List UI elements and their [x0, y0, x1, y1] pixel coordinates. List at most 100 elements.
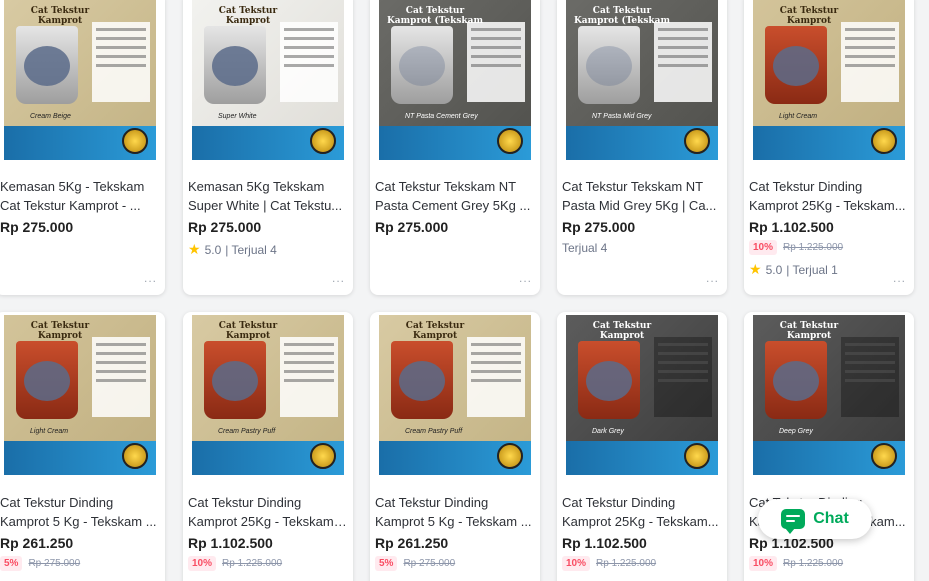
- info-box-graphic: [654, 337, 712, 417]
- original-price: Rp 275.000: [403, 558, 456, 569]
- info-box-graphic: [841, 22, 899, 102]
- sold-count: | Terjual 4: [225, 242, 277, 257]
- original-price: Rp 1.225.000: [596, 558, 657, 569]
- product-image[interactable]: Cat Tekstur Kamprot Super White: [192, 0, 344, 160]
- product-price: Rp 275.000: [0, 219, 74, 235]
- original-price: Rp 275.000: [28, 558, 81, 569]
- rating-row: ★ 5.0 | Terjual 4: [188, 241, 347, 258]
- more-options-icon[interactable]: ...: [519, 271, 532, 285]
- rating-row: ★ 5.0 | Terjual 1: [749, 261, 908, 278]
- product-info: Cat Tekstur Tekskam NT Pasta Cement Grey…: [375, 177, 534, 235]
- product-card[interactable]: Cat Tekstur Kamprot Light Cream Cat Teks…: [0, 312, 165, 581]
- best-seller-seal-icon: [122, 443, 148, 469]
- product-card[interactable]: Cat Tekstur Kamprot (Tekskam Pasta) NT P…: [370, 0, 540, 295]
- discount-badge: 10%: [188, 556, 217, 571]
- sold-count: Terjual 4: [562, 241, 608, 255]
- product-image[interactable]: Cat Tekstur Kamprot Cream Beige: [4, 0, 156, 160]
- original-price: Rp 1.225.000: [783, 558, 844, 569]
- best-seller-seal-icon: [122, 128, 148, 154]
- paint-bucket-graphic: [204, 26, 266, 104]
- product-image[interactable]: Cat Tekstur Kamprot Cream Pastry Puff: [192, 315, 344, 475]
- image-variant: Cream Pastry Puff: [218, 428, 276, 435]
- product-card[interactable]: Cat Tekstur Kamprot (Tekskam Pasta) NT P…: [557, 0, 727, 295]
- discount-row: 10% Rp 1.225.000: [188, 556, 347, 571]
- info-box-graphic: [92, 337, 150, 417]
- info-box-graphic: [92, 22, 150, 102]
- product-card[interactable]: Cat Tekstur Kamprot Light Cream Cat Teks…: [744, 0, 914, 295]
- discount-badge: 5%: [0, 556, 23, 571]
- product-card[interactable]: Cat Tekstur Kamprot Cream Pastry Puff Ca…: [183, 312, 353, 581]
- original-price: Rp 1.225.000: [222, 558, 283, 569]
- product-price: Rp 1.102.500: [562, 535, 647, 551]
- product-title[interactable]: Cat Tekstur Dinding Kamprot 25Kg - Teksk…: [562, 493, 721, 531]
- discount-row: 10% Rp 1.225.000: [749, 240, 908, 255]
- info-box-graphic: [467, 22, 525, 102]
- more-options-icon[interactable]: ...: [144, 271, 157, 285]
- discount-badge: 10%: [749, 240, 778, 255]
- paint-bucket-graphic: [765, 341, 827, 419]
- product-info: Cat Tekstur Dinding Kamprot 5 Kg - Teksk…: [375, 493, 534, 571]
- paint-bucket-graphic: [391, 26, 453, 104]
- product-image[interactable]: Cat Tekstur Kamprot Light Cream: [753, 0, 905, 160]
- product-title[interactable]: Cat Tekstur Dinding Kamprot 25Kg - Teksk…: [749, 177, 908, 215]
- product-image[interactable]: Cat Tekstur Kamprot Deep Grey: [753, 315, 905, 475]
- product-image[interactable]: Cat Tekstur Kamprot Light Cream: [4, 315, 156, 475]
- image-variant: Cream Pastry Puff: [405, 428, 463, 435]
- image-variant: Light Cream: [30, 428, 69, 435]
- info-box-graphic: [280, 22, 338, 102]
- product-card[interactable]: Cat Tekstur Kamprot Dark Grey Cat Tekstu…: [557, 312, 727, 581]
- product-title[interactable]: Cat Tekstur Tekskam NT Pasta Mid Grey 5K…: [562, 177, 721, 215]
- product-card[interactable]: Cat Tekstur Kamprot Cream Pastry Puff Ca…: [370, 312, 540, 581]
- product-info: Cat Tekstur Dinding Kamprot 25Kg - Teksk…: [749, 177, 908, 278]
- product-title[interactable]: Cat Tekstur Dinding Kamprot 25Kg - Teksk…: [188, 493, 347, 531]
- best-seller-seal-icon: [871, 443, 897, 469]
- image-variant: NT Pasta Mid Grey: [592, 113, 652, 120]
- product-info: Cat Tekstur Dinding Kamprot 5 Kg - Teksk…: [0, 493, 159, 571]
- best-seller-seal-icon: [310, 128, 336, 154]
- product-info: Kemasan 5Kg Tekskam Super White | Cat Te…: [188, 177, 347, 258]
- product-image[interactable]: Cat Tekstur Kamprot Cream Pastry Puff: [379, 315, 531, 475]
- product-price: Rp 275.000: [562, 219, 636, 235]
- best-seller-seal-icon: [497, 128, 523, 154]
- best-seller-seal-icon: [497, 443, 523, 469]
- product-image[interactable]: Cat Tekstur Kamprot Dark Grey: [566, 315, 718, 475]
- product-title[interactable]: Cat Tekstur Dinding Kamprot 5 Kg - Teksk…: [375, 493, 534, 531]
- chat-label: Chat: [813, 510, 849, 527]
- discount-row: 5% Rp 275.000: [0, 556, 159, 571]
- product-card[interactable]: Cat Tekstur Kamprot Super White Kemasan …: [183, 0, 353, 295]
- product-title[interactable]: Kemasan 5Kg Tekskam Super White | Cat Te…: [188, 177, 347, 215]
- paint-bucket-graphic: [578, 26, 640, 104]
- product-price: Rp 261.250: [0, 535, 74, 551]
- info-box-graphic: [654, 22, 712, 102]
- more-options-icon[interactable]: ...: [893, 271, 906, 285]
- info-box-graphic: [841, 337, 899, 417]
- product-card[interactable]: Cat Tekstur Kamprot Deep Grey Cat Tekstu…: [744, 312, 914, 581]
- rating-value: 5.0: [765, 262, 783, 277]
- image-variant: Deep Grey: [779, 428, 813, 435]
- discount-badge: 10%: [749, 556, 778, 571]
- star-icon: ★: [188, 241, 201, 257]
- image-variant: Dark Grey: [592, 428, 624, 435]
- best-seller-seal-icon: [310, 443, 336, 469]
- paint-bucket-graphic: [578, 341, 640, 419]
- product-title[interactable]: Kemasan 5Kg - Tekskam Cat Tekstur Kampro…: [0, 177, 159, 215]
- best-seller-seal-icon: [684, 443, 710, 469]
- image-variant: Light Cream: [779, 113, 818, 120]
- product-info: Cat Tekstur Tekskam NT Pasta Mid Grey 5K…: [562, 177, 721, 255]
- star-icon: ★: [749, 261, 762, 277]
- paint-bucket-graphic: [16, 26, 78, 104]
- paint-bucket-graphic: [16, 341, 78, 419]
- chat-button[interactable]: Chat: [758, 499, 872, 539]
- discount-row: 10% Rp 1.225.000: [562, 556, 721, 571]
- more-options-icon[interactable]: ...: [332, 271, 345, 285]
- discount-row: 5% Rp 275.000: [375, 556, 534, 571]
- product-image[interactable]: Cat Tekstur Kamprot (Tekskam Pasta) NT P…: [379, 0, 531, 160]
- discount-badge: 10%: [562, 556, 591, 571]
- more-options-icon[interactable]: ...: [706, 271, 719, 285]
- product-price: Rp 275.000: [375, 219, 449, 235]
- product-title[interactable]: Cat Tekstur Dinding Kamprot 5 Kg - Teksk…: [0, 493, 159, 531]
- product-card[interactable]: Cat Tekstur Kamprot Cream Beige Kemasan …: [0, 0, 165, 295]
- discount-row: 10% Rp 1.225.000: [749, 556, 908, 571]
- product-image[interactable]: Cat Tekstur Kamprot (Tekskam Pasta) NT P…: [566, 0, 718, 160]
- product-title[interactable]: Cat Tekstur Tekskam NT Pasta Cement Grey…: [375, 177, 534, 215]
